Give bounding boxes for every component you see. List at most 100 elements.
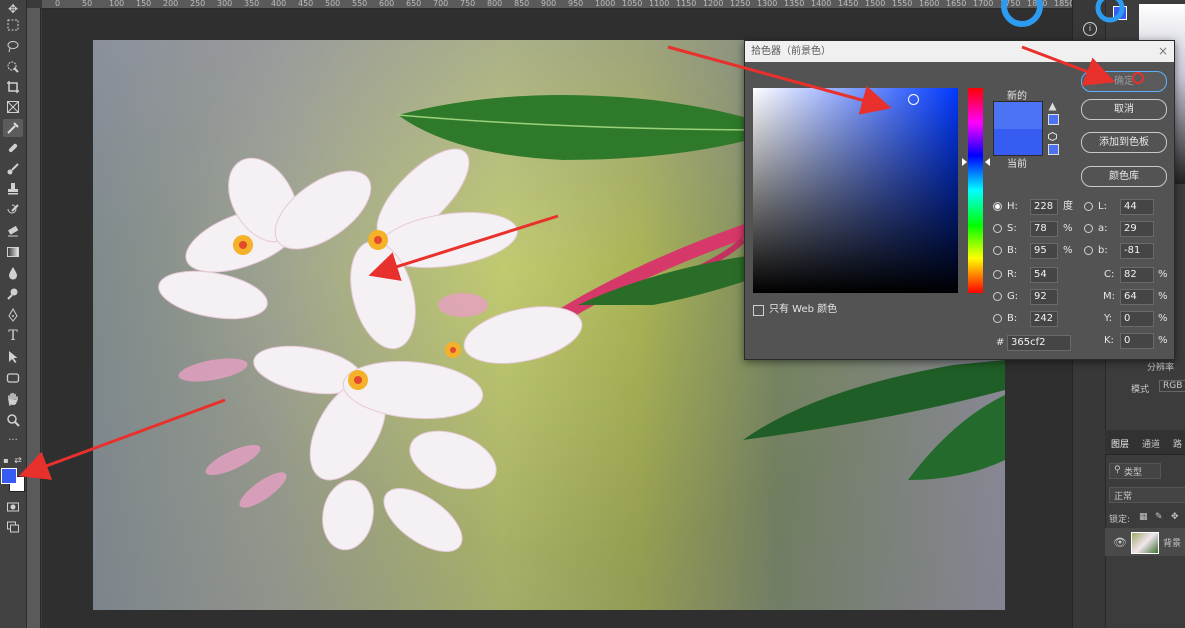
current-color-swatch[interactable] (993, 129, 1043, 156)
color-cursor[interactable] (908, 94, 919, 105)
stamp-tool-icon[interactable] (3, 180, 23, 198)
lock-brush-icon[interactable]: ✎ (1155, 512, 1163, 522)
ruler-tick-label: 1800 (1027, 0, 1048, 8)
hue-radio[interactable] (993, 202, 1002, 211)
info-icon[interactable]: i (1083, 22, 1097, 36)
tab-channels[interactable]: 通道 (1142, 437, 1160, 450)
ruler-tick-label: 650 (406, 0, 422, 8)
web-safe-cube-icon[interactable] (1048, 131, 1057, 142)
lab-l-radio[interactable] (1084, 202, 1093, 211)
ruler-tick-label: 1850 (1054, 0, 1072, 8)
red-input[interactable]: 54 (1030, 267, 1058, 283)
zoom-tool-icon[interactable] (3, 411, 23, 429)
ruler-tick-label: 1000 (595, 0, 616, 8)
screen-mode-icon[interactable] (3, 518, 23, 536)
mode-value[interactable]: RGB (1159, 380, 1185, 392)
add-to-swatches-button[interactable]: 添加到色板 (1081, 132, 1167, 153)
gradient-tool-icon[interactable] (3, 243, 23, 261)
yellow-input[interactable]: 0 (1120, 311, 1154, 327)
saturation-radio[interactable] (993, 224, 1002, 233)
history-brush-tool-icon[interactable] (3, 201, 23, 219)
cyan-input[interactable]: 82 (1120, 267, 1154, 283)
hue-slider[interactable] (968, 88, 983, 293)
cyan-row: C: 82 % (1084, 267, 1170, 283)
black-input[interactable]: 0 (1120, 333, 1154, 349)
search-icon: ⚲ (1114, 465, 1121, 475)
lab-b-radio[interactable] (1084, 246, 1093, 255)
foreground-color-swatch[interactable] (1, 468, 17, 484)
brightness-input[interactable]: 95 (1030, 243, 1058, 259)
blue-radio[interactable] (993, 314, 1002, 323)
marquee-tool-icon[interactable] (3, 16, 23, 34)
ruler-tick-label: 850 (514, 0, 530, 8)
hex-input[interactable]: 365cf2 (1007, 335, 1071, 351)
lab-b-input[interactable]: -81 (1120, 243, 1154, 259)
dialog-titlebar[interactable]: 拾色器（前景色） × (745, 41, 1174, 62)
crop-tool-icon[interactable] (3, 78, 23, 96)
web-safe-color-swatch-icon[interactable] (1048, 144, 1059, 155)
ok-button[interactable]: 确定 (1081, 71, 1167, 92)
lab-l-input[interactable]: 44 (1120, 199, 1154, 215)
gamut-color-swatch-icon[interactable] (1048, 114, 1059, 125)
saturation-brightness-field[interactable] (753, 88, 958, 293)
blend-mode-dropdown[interactable]: 正常 (1109, 487, 1185, 503)
ruler-tick-label: 1650 (946, 0, 967, 8)
brightness-radio[interactable] (993, 246, 1002, 255)
frame-tool-icon[interactable] (3, 98, 23, 116)
layer-row-background[interactable]: 👁 背景 (1105, 528, 1185, 556)
pen-tool-icon[interactable] (3, 306, 23, 324)
dodge-tool-icon[interactable] (3, 285, 23, 303)
layer-name: 背景 (1163, 539, 1182, 549)
horizontal-ruler: 0 50 100 150 200 250 300 350 400 450 500 550 600 650 7… (42, 0, 1072, 9)
lab-a-input[interactable]: 29 (1120, 221, 1154, 237)
web-colors-only-checkbox[interactable] (753, 305, 764, 316)
lock-pixels-icon[interactable]: ▦ (1139, 512, 1148, 522)
magenta-input[interactable]: 64 (1120, 289, 1154, 305)
visibility-eye-icon[interactable]: 👁 (1113, 536, 1127, 549)
new-color-label: 新的 (1007, 91, 1027, 102)
lock-label: 锁定: (1109, 515, 1131, 525)
color-libraries-button[interactable]: 颜色库 (1081, 166, 1167, 187)
hue-slider-handle-left[interactable] (962, 158, 967, 166)
quick-select-tool-icon[interactable] (3, 58, 23, 76)
out-of-gamut-warning-icon[interactable] (1048, 101, 1057, 111)
healing-tool-icon[interactable] (3, 139, 23, 157)
ruler-tick-label: 350 (244, 0, 260, 8)
saturation-row: S: 78 % (993, 221, 1083, 237)
ruler-tick-label: 1050 (622, 0, 643, 8)
blur-tool-icon[interactable] (3, 264, 23, 282)
layer-filter-dropdown[interactable]: ⚲ 类型 (1109, 463, 1161, 479)
more-tools-icon[interactable]: ··· (3, 432, 23, 450)
lab-a-row: a: 29 (1084, 221, 1164, 237)
path-select-tool-icon[interactable] (3, 348, 23, 366)
red-radio[interactable] (993, 270, 1002, 279)
tools-panel: ✥ T ··· ▪ ⇄ (0, 0, 27, 628)
tab-paths[interactable]: 路 (1173, 437, 1182, 450)
type-tool-icon[interactable]: T (3, 327, 23, 345)
hue-input[interactable]: 228 (1030, 199, 1058, 215)
tab-layers[interactable]: 图层 (1111, 437, 1129, 450)
hue-slider-handle-right[interactable] (985, 158, 990, 166)
quick-mask-icon[interactable] (3, 498, 23, 516)
saturation-input[interactable]: 78 (1030, 221, 1058, 237)
shape-tool-icon[interactable] (3, 369, 23, 387)
cancel-button[interactable]: 取消 (1081, 99, 1167, 120)
close-icon[interactable]: × (1158, 41, 1168, 62)
lab-a-radio[interactable] (1084, 224, 1093, 233)
green-input[interactable]: 92 (1030, 289, 1058, 305)
layer-thumbnail (1131, 532, 1159, 554)
ruler-tick-label: 750 (460, 0, 476, 8)
lock-move-icon[interactable]: ✥ (1171, 512, 1179, 522)
ruler-tick-label: 700 (433, 0, 449, 8)
eraser-tool-icon[interactable] (3, 222, 23, 240)
ruler-tick-label: 1500 (865, 0, 886, 8)
brush-tool-icon[interactable] (3, 160, 23, 178)
ruler-tick-label: 150 (136, 0, 152, 8)
ruler-tick-label: 0 (55, 0, 61, 8)
blue-input[interactable]: 242 (1030, 311, 1058, 327)
lasso-tool-icon[interactable] (3, 37, 23, 55)
green-radio[interactable] (993, 292, 1002, 301)
eyedropper-tool-icon[interactable] (3, 119, 23, 137)
hand-tool-icon[interactable] (3, 390, 23, 408)
panel-color-swatch-icon[interactable] (1113, 6, 1133, 28)
